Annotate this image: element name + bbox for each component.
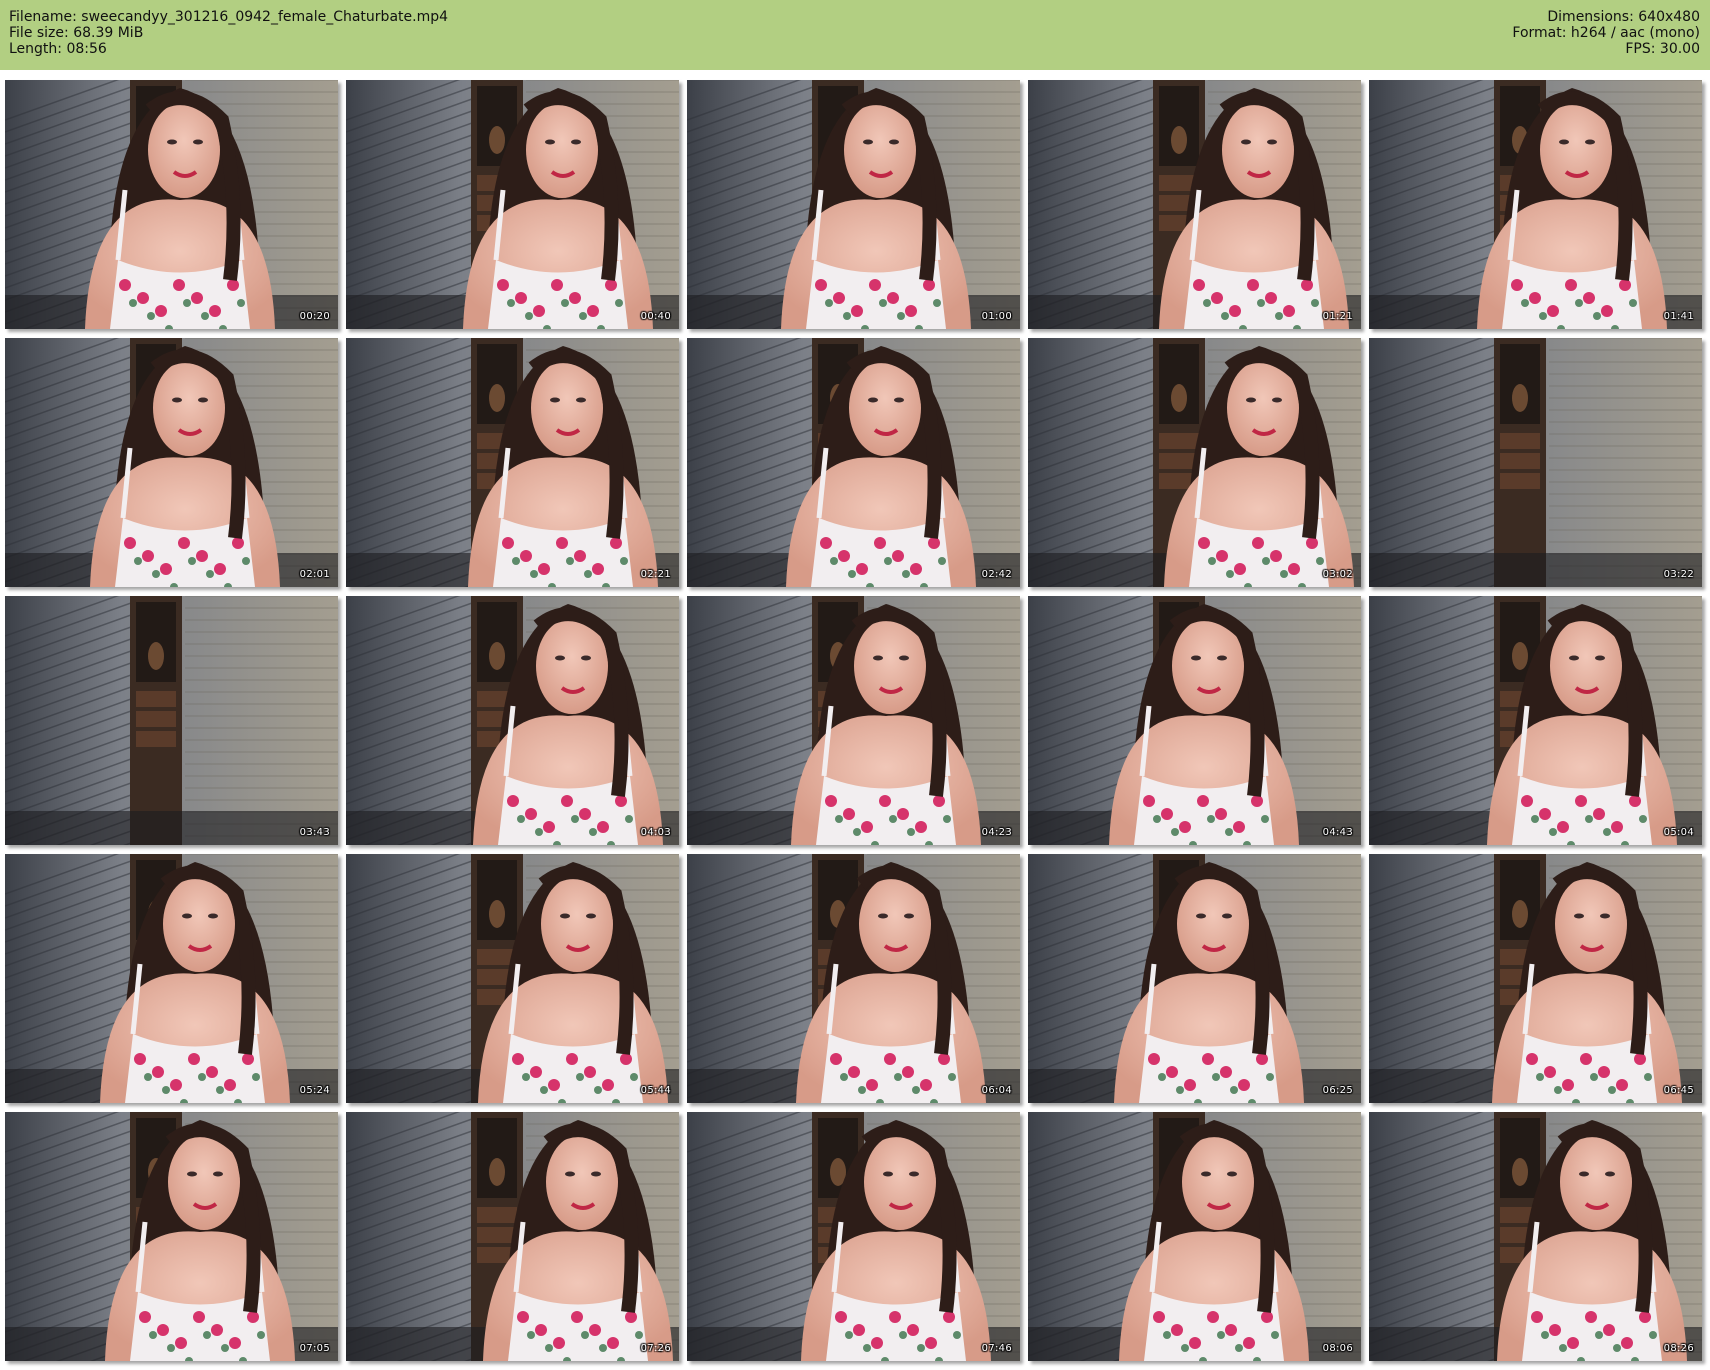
thumbnail-frame: 06:25 xyxy=(1028,854,1361,1103)
frame-timestamp: 07:46 xyxy=(981,1343,1012,1354)
frame-timestamp: 03:02 xyxy=(1322,569,1353,580)
frame-timestamp: 01:00 xyxy=(981,311,1012,322)
filename-text: Filename: sweecandyy_301216_0942_female_… xyxy=(9,9,449,25)
frame-timestamp: 00:40 xyxy=(640,311,671,322)
video-frame-image xyxy=(5,80,338,329)
thumbnail-frame: 02:21 xyxy=(346,338,679,587)
frame-timestamp: 04:23 xyxy=(981,827,1012,838)
thumbnail-frame: 05:04 xyxy=(1369,596,1702,845)
thumbnail-frame: 08:06 xyxy=(1028,1112,1361,1361)
thumbnail-frame: 01:00 xyxy=(687,80,1020,329)
video-info: Dimensions: 640x480 Format: h264 / aac (… xyxy=(1512,9,1700,57)
file-info: Filename: sweecandyy_301216_0942_female_… xyxy=(9,9,448,57)
thumbnail-frame: 07:05 xyxy=(5,1112,338,1361)
thumbnail-frame: 05:44 xyxy=(346,854,679,1103)
dimensions-text: Dimensions: 640x480 xyxy=(1547,9,1700,25)
file-size-text: File size: 68.39 MiB xyxy=(9,25,144,41)
thumbnail-frame: 06:45 xyxy=(1369,854,1702,1103)
thumbnail-frame: 07:46 xyxy=(687,1112,1020,1361)
video-frame-image xyxy=(5,596,338,845)
video-frame-image xyxy=(1028,80,1361,329)
video-frame-image xyxy=(687,596,1020,845)
video-frame-image xyxy=(346,854,679,1103)
thumbnail-frame: 04:03 xyxy=(346,596,679,845)
fps-text: FPS: 30.00 xyxy=(1625,41,1700,57)
thumbnail-frame: 00:40 xyxy=(346,80,679,329)
thumbnail-frame: 00:20 xyxy=(5,80,338,329)
frame-timestamp: 04:03 xyxy=(640,827,671,838)
video-frame-image xyxy=(5,338,338,587)
video-frame-image xyxy=(5,854,338,1103)
length-text: Length: 08:56 xyxy=(9,41,107,57)
thumbnail-frame: 02:42 xyxy=(687,338,1020,587)
frame-timestamp: 08:06 xyxy=(1322,1343,1353,1354)
video-frame-image xyxy=(1369,80,1702,329)
frame-timestamp: 02:42 xyxy=(981,569,1012,580)
video-frame-image xyxy=(1369,338,1702,587)
video-frame-image xyxy=(346,596,679,845)
thumbnail-frame: 04:43 xyxy=(1028,596,1361,845)
video-frame-image xyxy=(1028,338,1361,587)
format-text: Format: h264 / aac (mono) xyxy=(1512,25,1700,41)
video-frame-image xyxy=(1028,596,1361,845)
video-frame-image xyxy=(1028,1112,1361,1361)
frame-timestamp: 06:45 xyxy=(1663,1085,1694,1096)
frame-timestamp: 00:20 xyxy=(299,311,330,322)
video-frame-image xyxy=(1369,854,1702,1103)
thumbnail-frame: 04:23 xyxy=(687,596,1020,845)
frame-timestamp: 01:21 xyxy=(1322,311,1353,322)
video-frame-image xyxy=(1369,1112,1702,1361)
video-frame-image xyxy=(346,80,679,329)
frame-timestamp: 08:26 xyxy=(1663,1343,1694,1354)
thumbnail-frame: 01:41 xyxy=(1369,80,1702,329)
frame-timestamp: 05:04 xyxy=(1663,827,1694,838)
thumbnail-frame: 06:04 xyxy=(687,854,1020,1103)
video-frame-image xyxy=(1028,854,1361,1103)
frame-timestamp: 07:05 xyxy=(299,1343,330,1354)
frame-timestamp: 02:21 xyxy=(640,569,671,580)
thumbnail-frame: 07:26 xyxy=(346,1112,679,1361)
frame-timestamp: 03:22 xyxy=(1663,569,1694,580)
thumbnail-grid: 00:20 00:40 01:00 01:21 01:41 02:01 02:21 02:42… xyxy=(0,70,1710,1370)
frame-timestamp: 06:04 xyxy=(981,1085,1012,1096)
frame-timestamp: 04:43 xyxy=(1322,827,1353,838)
thumbnail-frame: 03:22 xyxy=(1369,338,1702,587)
frame-timestamp: 03:43 xyxy=(299,827,330,838)
thumbnail-frame: 02:01 xyxy=(5,338,338,587)
video-frame-image xyxy=(1369,596,1702,845)
thumbnail-frame: 01:21 xyxy=(1028,80,1361,329)
thumbnail-frame: 05:24 xyxy=(5,854,338,1103)
frame-timestamp: 01:41 xyxy=(1663,311,1694,322)
frame-timestamp: 05:44 xyxy=(640,1085,671,1096)
video-frame-image xyxy=(346,1112,679,1361)
video-frame-image xyxy=(687,338,1020,587)
video-frame-image xyxy=(346,338,679,587)
thumbnail-frame: 03:43 xyxy=(5,596,338,845)
video-frame-image xyxy=(687,854,1020,1103)
frame-timestamp: 06:25 xyxy=(1322,1085,1353,1096)
frame-timestamp: 07:26 xyxy=(640,1343,671,1354)
video-frame-image xyxy=(5,1112,338,1361)
info-header: Filename: sweecandyy_301216_0942_female_… xyxy=(0,0,1710,70)
video-frame-image xyxy=(687,1112,1020,1361)
video-frame-image xyxy=(687,80,1020,329)
thumbnail-frame: 08:26 xyxy=(1369,1112,1702,1361)
thumbnail-frame: 03:02 xyxy=(1028,338,1361,587)
frame-timestamp: 02:01 xyxy=(299,569,330,580)
frame-timestamp: 05:24 xyxy=(299,1085,330,1096)
